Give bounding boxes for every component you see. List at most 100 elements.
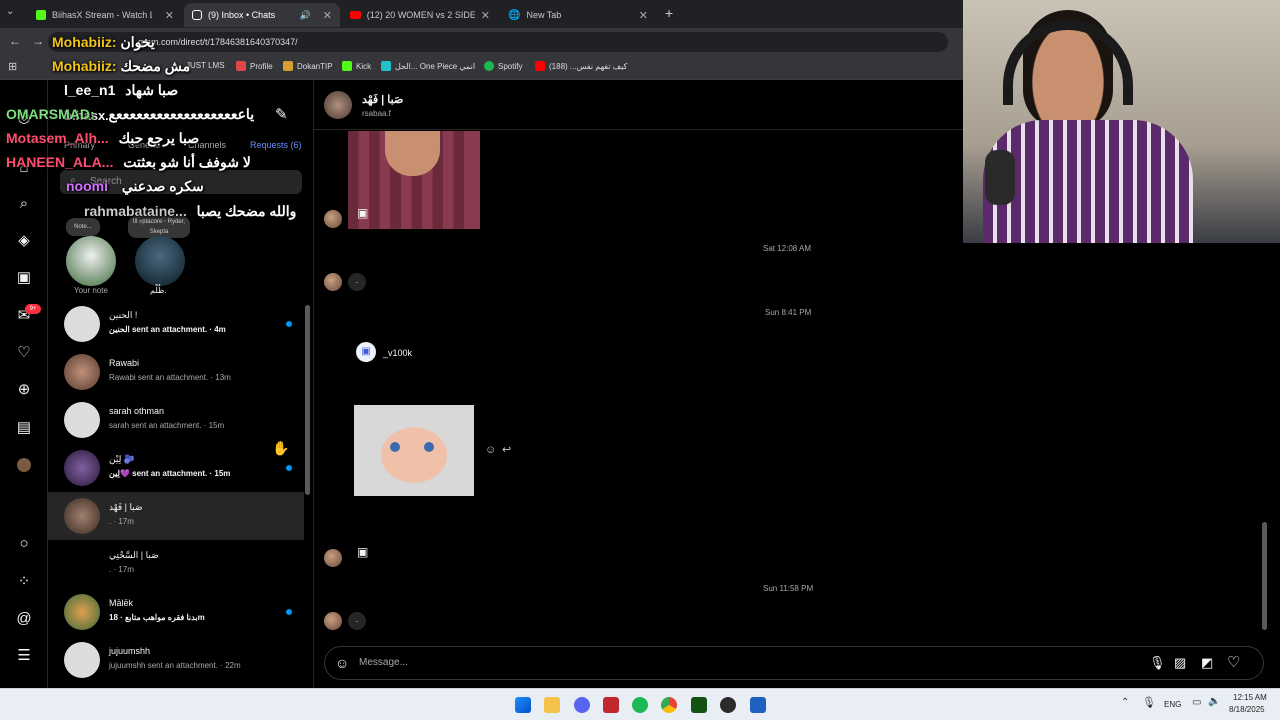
explore-icon[interactable]: ◈: [14, 231, 34, 251]
shared-profile-name[interactable]: _v100k: [383, 348, 412, 358]
anime-icon: [381, 61, 391, 71]
menu-icon[interactable]: ☰: [14, 646, 34, 666]
chat-row[interactable]: jujuumshh jujuumshh sent an attachment. …: [48, 636, 304, 684]
youtube-icon: [535, 61, 545, 71]
tab-close-icon[interactable]: ✕: [639, 9, 648, 22]
bookmark-one-piece[interactable]: الحل... One Piece انمي: [381, 61, 475, 71]
chat-username: Motasem_Alh...: [6, 130, 109, 146]
friend-note-avatar[interactable]: [135, 236, 185, 286]
conversation-name[interactable]: صَبا | فَهْد: [362, 93, 403, 106]
threads-circle-icon[interactable]: ○: [14, 534, 34, 554]
message-composer: ☺ Message... 🎙 ▨ ◩ ♡: [324, 646, 1264, 680]
dashboard-icon[interactable]: ▤: [14, 418, 34, 438]
chat-list-scrollbar[interactable]: [305, 305, 310, 495]
emoji-icon[interactable]: ☺: [335, 655, 349, 671]
chat-text: مش مضحك: [120, 58, 191, 74]
show-hidden-icon[interactable]: ⌃: [1121, 697, 1129, 708]
threads-icon[interactable]: @: [14, 609, 34, 629]
microphone-icon[interactable]: 🎙: [1149, 655, 1166, 671]
back-icon[interactable]: ←: [9, 34, 21, 48]
react-emoji-icon[interactable]: ☺: [485, 444, 496, 456]
headset: [1003, 20, 1133, 105]
tab-close-icon[interactable]: ✕: [323, 9, 332, 22]
chat-username: l_ee_n1: [64, 82, 116, 98]
your-note-avatar[interactable]: [66, 236, 116, 286]
bookmark-profile[interactable]: Profile: [236, 61, 273, 71]
message-input[interactable]: Message...: [359, 657, 408, 668]
hand-cursor-icon: ✋: [272, 440, 290, 456]
sticker-icon[interactable]: ◩: [1201, 655, 1213, 671]
conversation-avatar[interactable]: [324, 91, 352, 119]
tab-kick-stream[interactable]: BiihasX Stream - Watch Live on ✕: [28, 3, 182, 27]
tab-label: BiihasX Stream - Watch Live on: [52, 10, 152, 20]
bookmark-dokantip[interactable]: DokanTIP: [283, 61, 333, 71]
youtube-icon: [350, 11, 361, 19]
reels-icon[interactable]: ▣: [14, 268, 34, 288]
chat-row[interactable]: الحنين ! الحنين sent an attachment. · 4m: [48, 300, 304, 348]
chat-row[interactable]: صَبا | السَّحْتِي . · 17m: [48, 540, 304, 588]
language-indicator[interactable]: ENG: [1164, 700, 1181, 709]
message-bubble[interactable]: .: [348, 273, 366, 291]
forward-icon[interactable]: →: [32, 34, 44, 48]
windows-start-icon[interactable]: [515, 697, 531, 713]
note-bubble[interactable]: Note...: [66, 218, 100, 236]
tab-requests[interactable]: Requests (6): [250, 140, 302, 150]
obs-icon[interactable]: [720, 697, 736, 713]
tab-instagram-inbox[interactable]: (9) Inbox • Chats 🔊 ✕: [184, 3, 340, 27]
new-tab-icon[interactable]: +: [665, 5, 673, 21]
reels-icon[interactable]: ▣: [357, 545, 368, 559]
chat-username: Mohabiiz:: [52, 34, 117, 50]
volume-icon[interactable]: 🔈: [1208, 696, 1220, 707]
stream-chat-message: Motasem_Alh... صبا يرجع حبك: [6, 130, 199, 147]
conversation-scrollbar[interactable]: [1262, 522, 1267, 630]
create-icon[interactable]: ⊕: [14, 380, 34, 400]
message-timestamp: Sat 12:08 AM: [763, 244, 812, 253]
search-icon[interactable]: ⌕: [14, 194, 34, 214]
chat-row[interactable]: Rawabi Rawabi sent an attachment. · 13m: [48, 348, 304, 396]
speaker-icon[interactable]: 🔊: [300, 10, 311, 21]
chat-row-selected[interactable]: صَبا | فَهْد . · 17m: [48, 492, 304, 540]
bookmark-youtube-video[interactable]: كيف تفهم نفس... (188): [535, 61, 627, 71]
voice-app-icon[interactable]: [603, 697, 619, 713]
chat-row[interactable]: Mālēk بدنا فقره مواهب متابع · 18m: [48, 588, 304, 636]
chat-preview: Rawabi sent an attachment. · 13m: [109, 373, 231, 382]
app-icon[interactable]: [750, 697, 766, 713]
discord-icon[interactable]: [574, 697, 590, 713]
sender-avatar: [324, 612, 342, 630]
heart-icon[interactable]: ♡: [14, 343, 34, 363]
sticker-image[interactable]: [354, 405, 474, 496]
kick-icon[interactable]: [691, 697, 707, 713]
microphone-icon[interactable]: 🎙: [1142, 696, 1156, 709]
message-bubble[interactable]: .: [348, 612, 366, 630]
spotify-icon[interactable]: [632, 697, 648, 713]
shared-profile-icon[interactable]: ▣: [356, 342, 376, 362]
more-apps-icon[interactable]: ⁘: [14, 572, 34, 592]
clock-date[interactable]: 8/18/2025: [1229, 705, 1265, 714]
chat-name: لِيْن 🫐: [109, 454, 136, 464]
chrome-icon[interactable]: [661, 697, 677, 713]
chat-row[interactable]: sarah othman sarah sent an attachment. ·…: [48, 396, 304, 444]
tab-new-tab[interactable]: 🌐 New Tab ✕: [500, 3, 656, 27]
heart-icon[interactable]: ♡: [1227, 653, 1240, 671]
tab-close-icon[interactable]: ✕: [481, 9, 490, 22]
apps-grid-icon[interactable]: ⊞: [8, 60, 17, 73]
chat-username: HANEEN_ALA...: [6, 154, 114, 170]
chat-name: Rawabi: [109, 358, 140, 368]
clock-time[interactable]: 12:15 AM: [1233, 693, 1267, 702]
profile-avatar[interactable]: [17, 458, 31, 472]
tab-search-icon[interactable]: ⌄: [6, 6, 14, 17]
reply-icon[interactable]: ↩: [502, 443, 511, 456]
bookmark-just-lms[interactable]: JUST LMS: [186, 61, 225, 70]
address-bar[interactable]: gram.com/direct/t/17846381640370347/: [48, 32, 948, 52]
display-icon[interactable]: ▭: [1192, 697, 1201, 708]
chat-preview: sarah sent an attachment. · 15m: [109, 421, 225, 430]
compose-icon[interactable]: ✎: [275, 105, 288, 123]
file-explorer-icon[interactable]: [544, 697, 560, 713]
chat-text: سكره صدعني: [121, 178, 204, 194]
image-icon[interactable]: ▨: [1174, 655, 1186, 671]
bookmark-kick[interactable]: Kick: [342, 61, 371, 71]
chat-row[interactable]: لِيْن 🫐 لِين💜 sent an attachment. · 15m: [48, 444, 304, 492]
bookmark-spotify[interactable]: Spotify: [484, 61, 522, 71]
tab-close-icon[interactable]: ✕: [165, 9, 174, 22]
tab-youtube-video[interactable]: (12) 20 WOMEN vs 2 SIDEMEN ✕: [342, 3, 498, 27]
